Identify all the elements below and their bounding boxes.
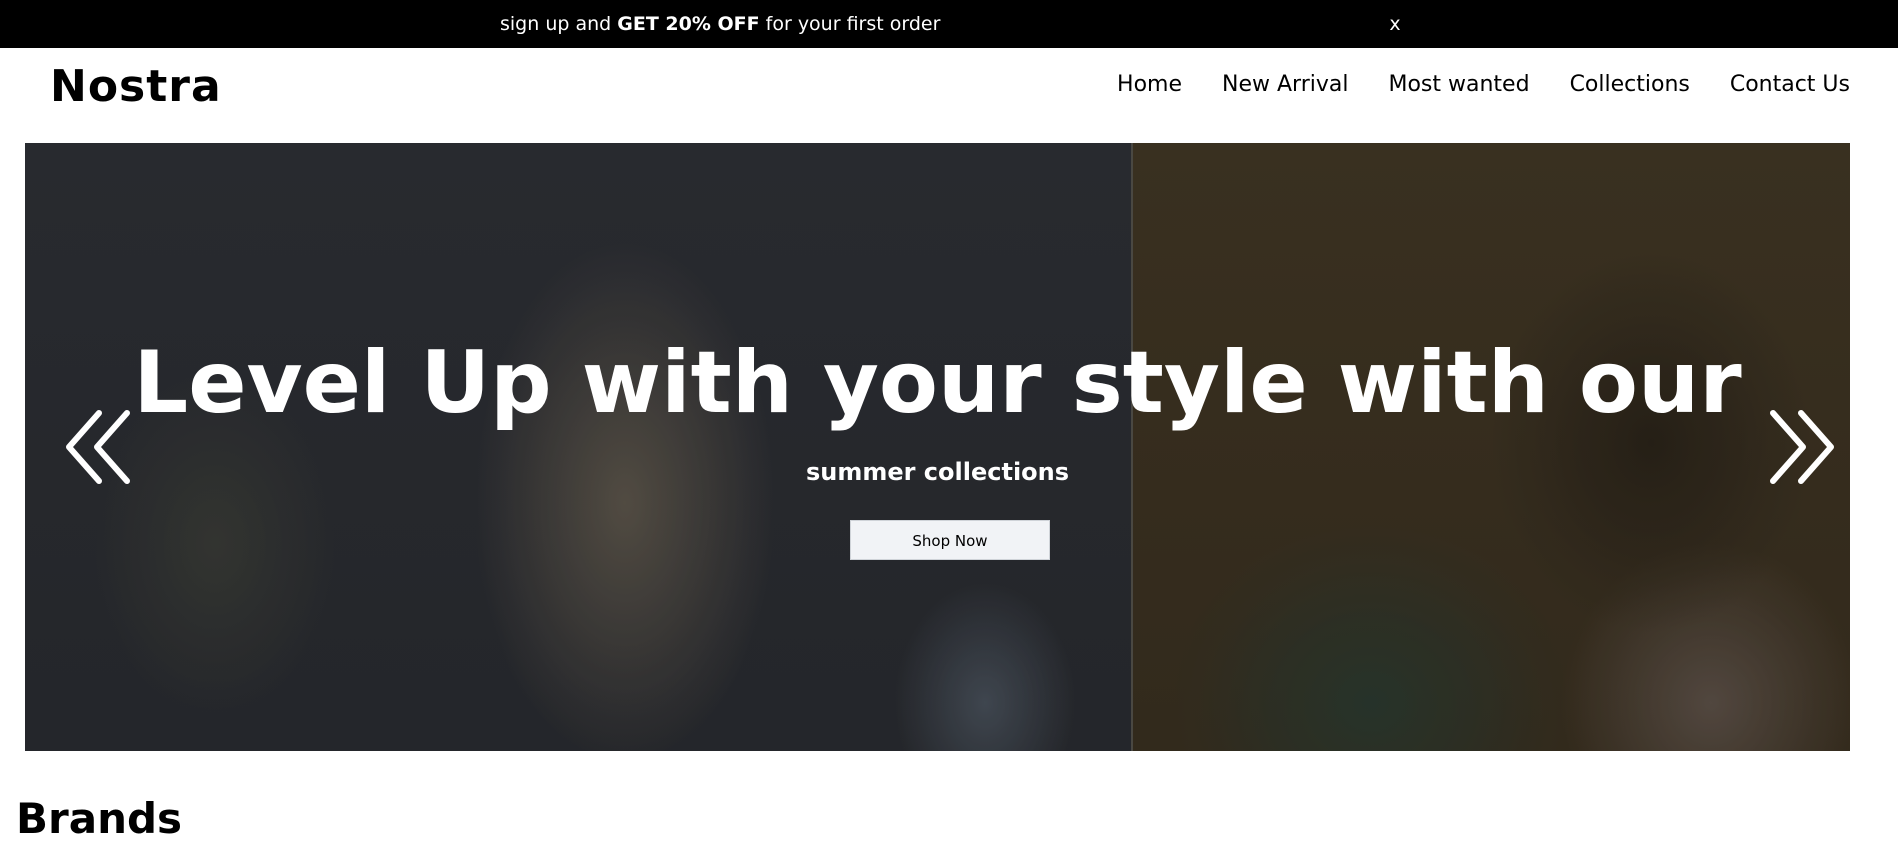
hero-title: Level Up with your style with our xyxy=(133,333,1742,433)
brands-heading: Brands xyxy=(16,794,183,843)
hero-overlay xyxy=(25,143,1850,751)
shop-now-button[interactable]: Shop Now xyxy=(850,520,1050,560)
hero-subtitle: summer collections xyxy=(805,458,1070,486)
nav-item-most-wanted[interactable]: Most wanted xyxy=(1388,70,1529,100)
nav-item-new-arrival[interactable]: New Arrival xyxy=(1222,70,1348,100)
promo-text-end: for your first order xyxy=(759,13,941,35)
nav-item-collections[interactable]: Collections xyxy=(1570,70,1690,100)
promo-text-start: sign up and xyxy=(500,13,618,35)
logo[interactable]: Nostra xyxy=(50,60,222,114)
double-chevron-right-icon xyxy=(1770,410,1834,484)
nav-item-home[interactable]: Home xyxy=(1117,70,1182,100)
promo-bar: sign up and GET 20% OFF for your first o… xyxy=(0,0,1898,48)
carousel-prev-button[interactable] xyxy=(65,409,135,485)
main-nav: Home New Arrival Most wanted Collections… xyxy=(1117,70,1850,100)
promo-text: sign up and GET 20% OFF for your first o… xyxy=(500,12,940,36)
carousel-next-button[interactable] xyxy=(1765,409,1835,485)
promo-discount: GET 20% OFF xyxy=(617,13,760,35)
double-chevron-left-icon xyxy=(66,410,130,484)
site-header: Nostra Home New Arrival Most wanted Coll… xyxy=(0,48,1898,143)
promo-close-button[interactable]: x xyxy=(1386,12,1404,36)
nav-item-contact-us[interactable]: Contact Us xyxy=(1730,70,1850,100)
hero-carousel: Level Up with your style with our summer… xyxy=(25,143,1850,751)
